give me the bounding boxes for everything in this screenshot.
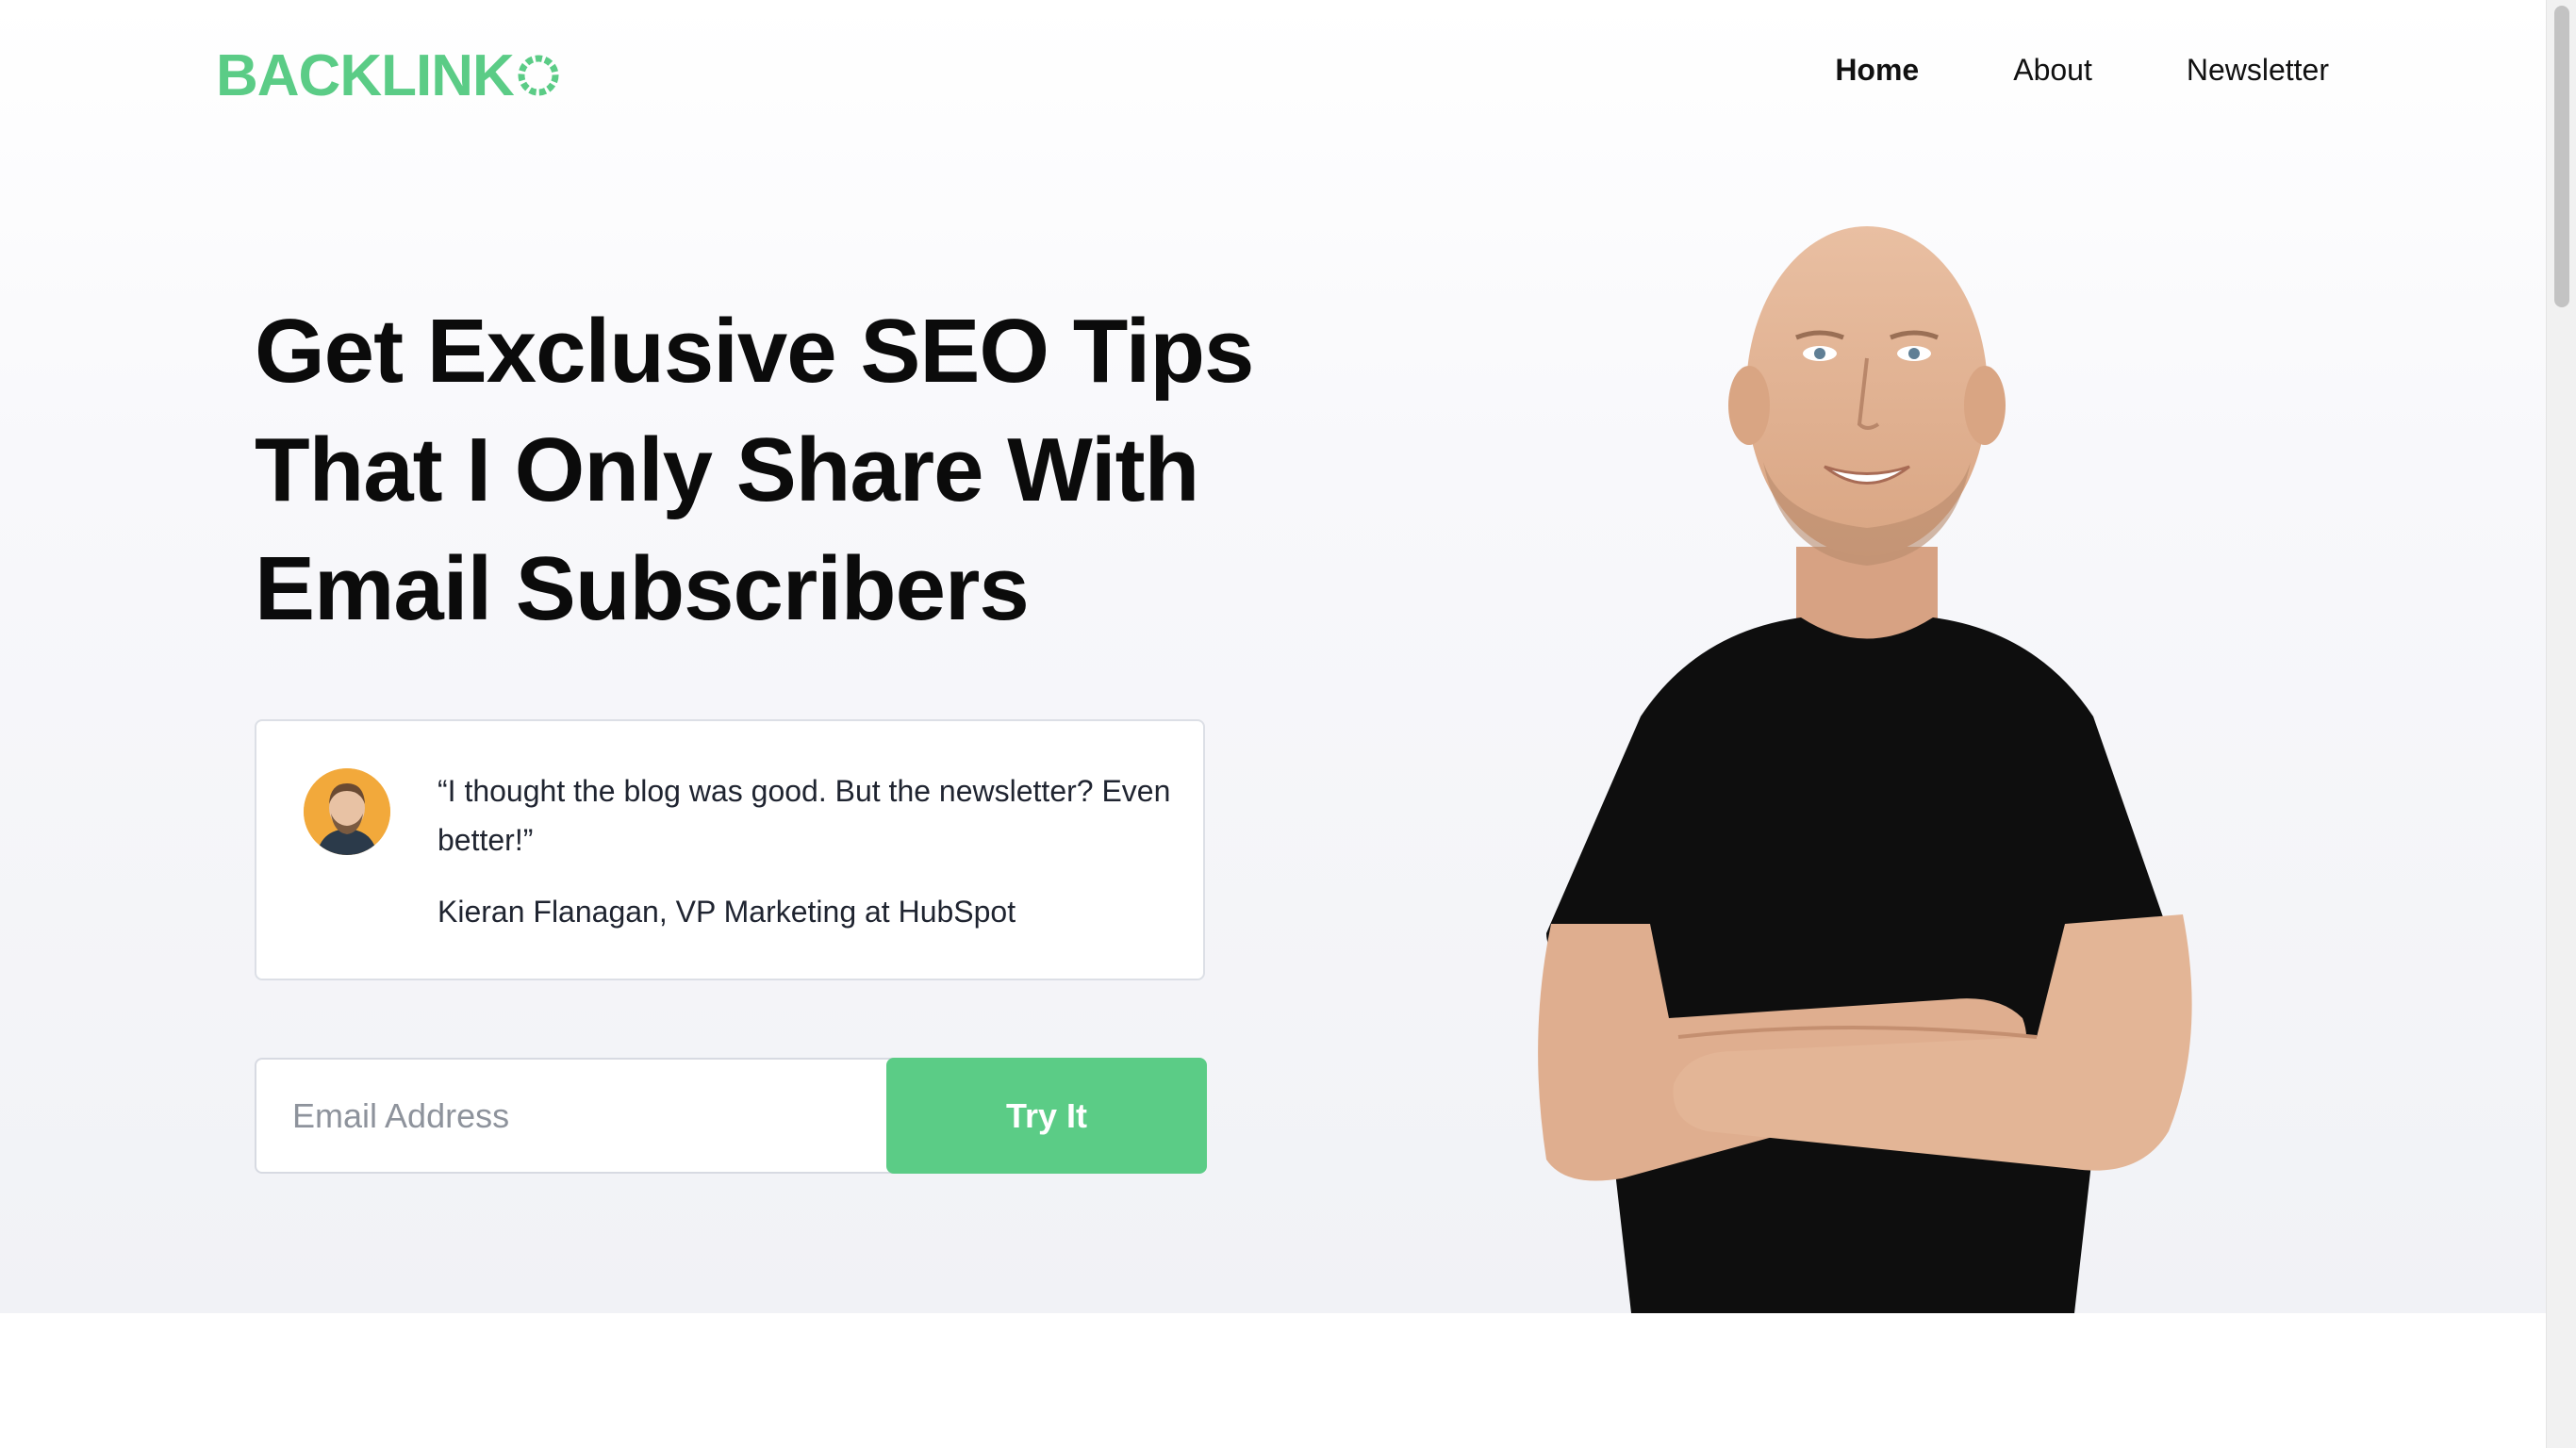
page-scrollbar[interactable] bbox=[2546, 0, 2576, 1448]
email-input[interactable] bbox=[255, 1058, 905, 1174]
hero-headline: Get Exclusive SEO Tips That I Only Share… bbox=[255, 292, 1386, 649]
main-nav: Home About Newsletter bbox=[1835, 53, 2329, 88]
logo-ring-icon bbox=[518, 55, 559, 96]
try-it-button[interactable]: Try It bbox=[886, 1058, 1207, 1174]
nav-newsletter[interactable]: Newsletter bbox=[2187, 53, 2329, 88]
scrollbar-thumb[interactable] bbox=[2554, 6, 2569, 307]
signup-form: Try It bbox=[255, 1058, 1207, 1174]
headline-line-1: Get Exclusive SEO Tips bbox=[255, 301, 1254, 402]
nav-about[interactable]: About bbox=[2013, 53, 2092, 88]
logo-wordmark: BACKLINK bbox=[216, 42, 515, 108]
testimonial-avatar bbox=[304, 768, 390, 855]
testimonial-author: Kieran Flanagan, VP Marketing at HubSpot bbox=[438, 895, 1016, 929]
backlinko-logo[interactable]: BACKLINK bbox=[216, 42, 561, 108]
nav-home[interactable]: Home bbox=[1835, 53, 1919, 88]
headline-line-2: That I Only Share With bbox=[255, 420, 1199, 520]
author-portrait bbox=[1538, 226, 2192, 1313]
testimonial-quote: “I thought the blog was good. But the ne… bbox=[438, 774, 1171, 857]
headline-line-3: Email Subscribers bbox=[255, 538, 1030, 639]
testimonial-card: “I thought the blog was good. But the ne… bbox=[255, 719, 1205, 980]
